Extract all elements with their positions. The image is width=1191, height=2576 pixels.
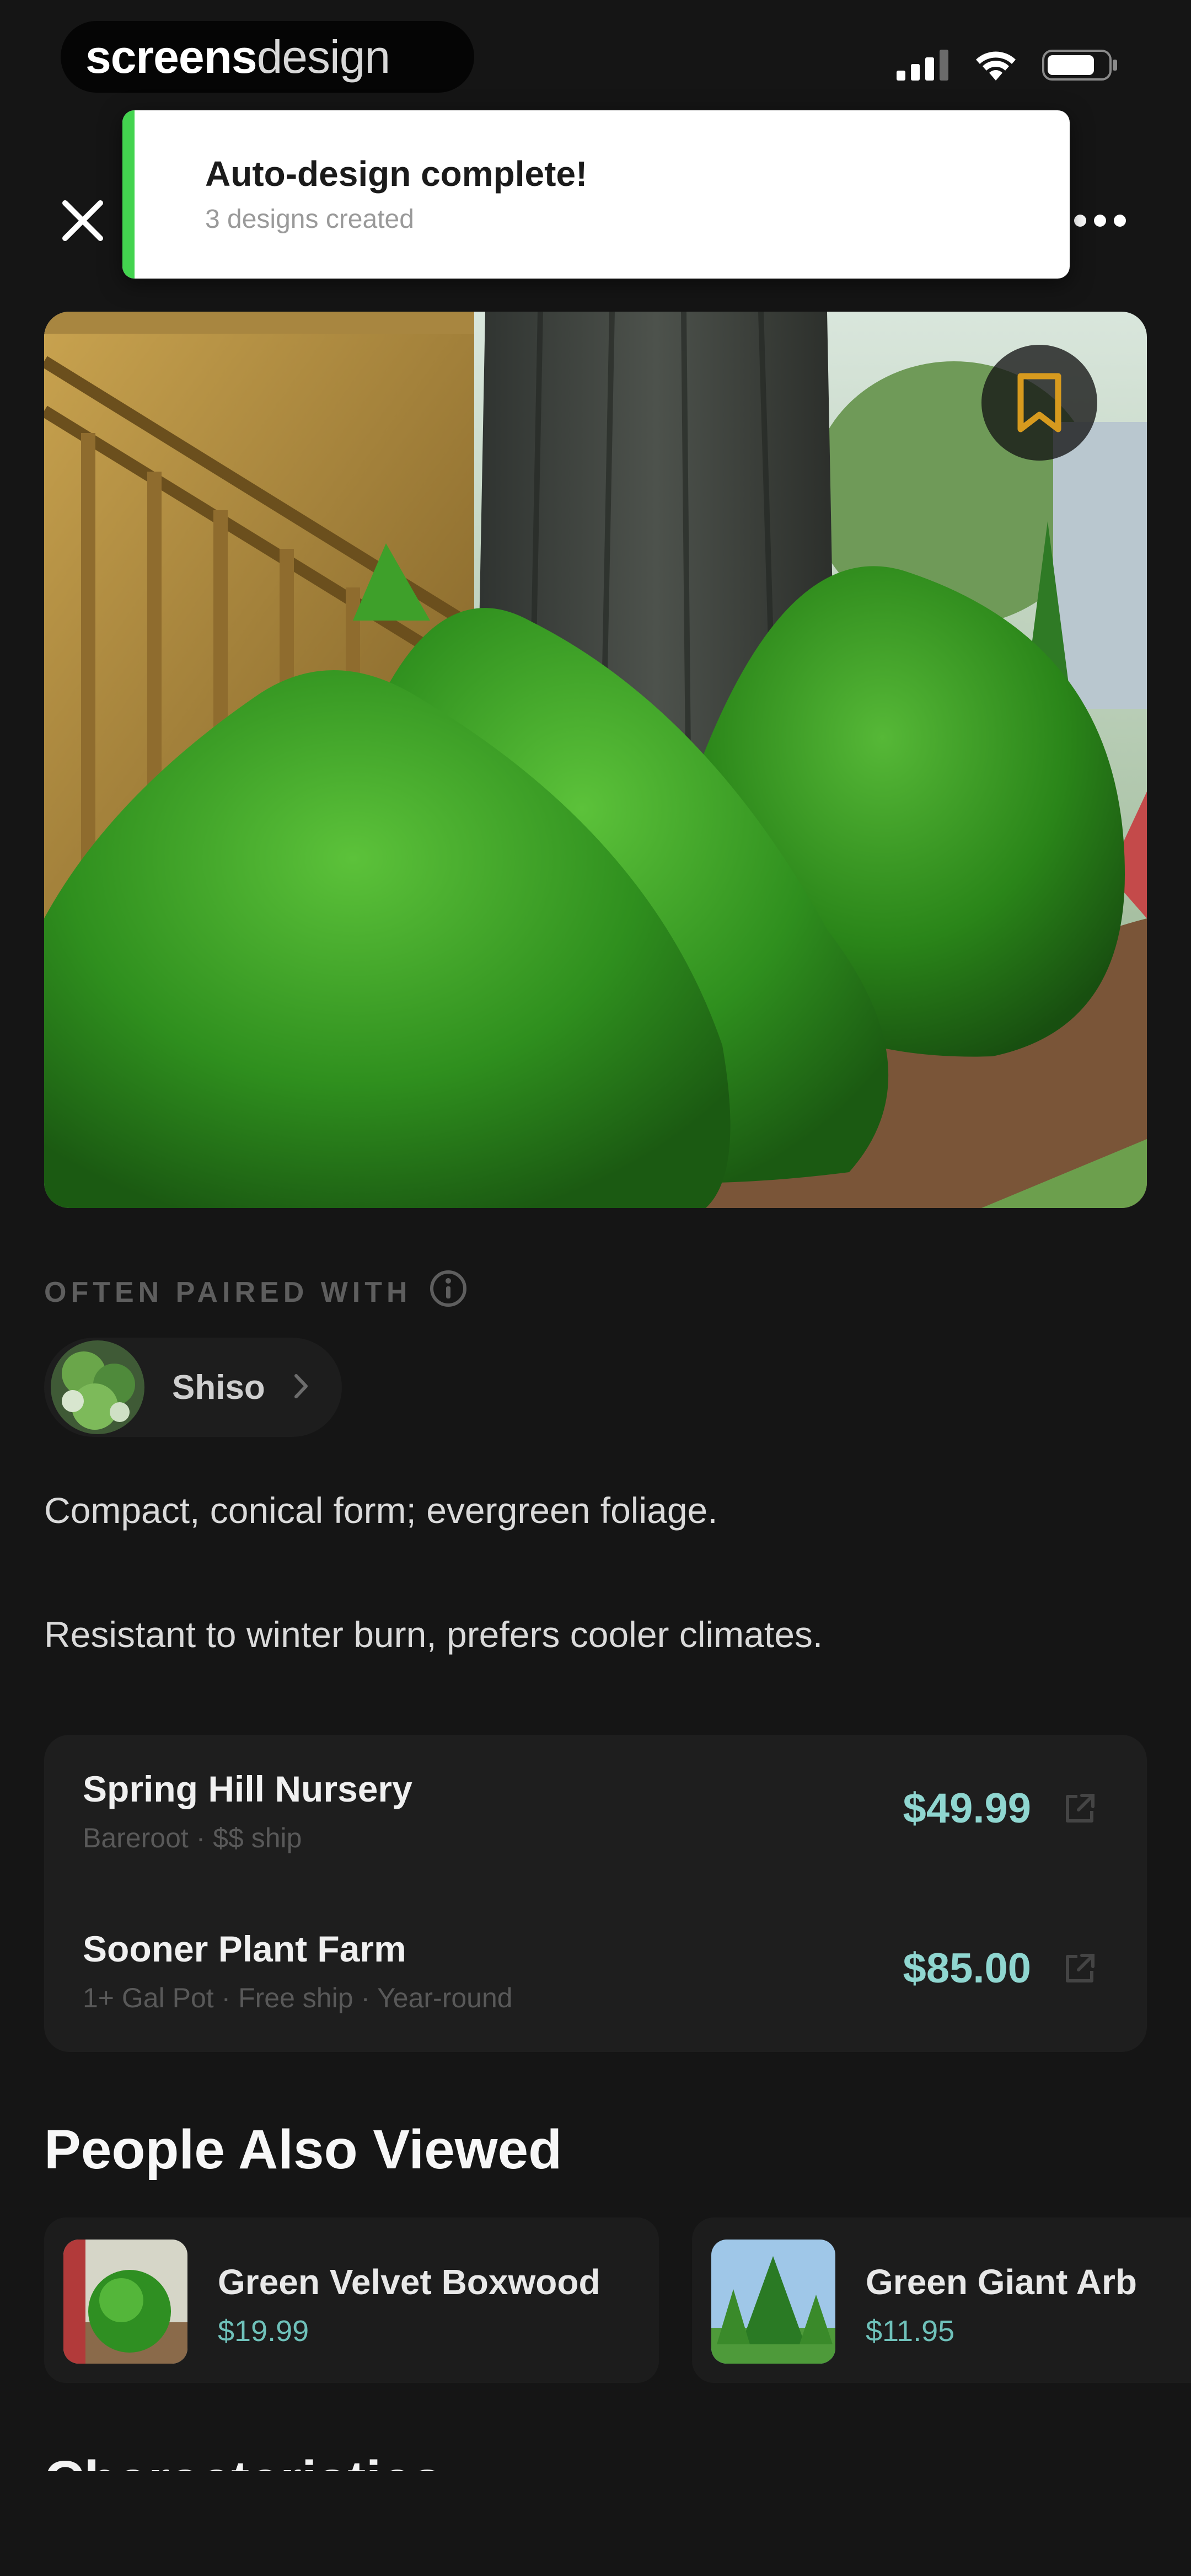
- wifi-icon: [974, 49, 1018, 84]
- plant-hero-image: [44, 312, 1147, 1208]
- info-icon[interactable]: [428, 1269, 468, 1316]
- bookmark-icon: [1017, 373, 1061, 432]
- seller-meta: Bareroot · $$ ship: [83, 1823, 302, 1853]
- related-plant-name: Green Giant Arb: [866, 2262, 1137, 2302]
- seller-price: $85.00: [903, 1945, 1031, 1992]
- chevron-right-icon: [293, 1372, 309, 1403]
- plant-detail-screen: screens design Auto-design complete! 3 d…: [0, 0, 1191, 2576]
- status-bar: screens design: [0, 0, 1191, 110]
- close-button[interactable]: [55, 193, 110, 248]
- close-icon: [62, 200, 103, 241]
- related-plant-price: $11.95: [866, 2315, 955, 2348]
- seller-list: Spring Hill Nursery Bareroot · $$ ship $…: [44, 1735, 1147, 2052]
- plant-description-form: Compact, conical form; evergreen foliage…: [44, 1490, 718, 1531]
- brand-wordmark-light: design: [256, 30, 391, 83]
- related-plant-name: Green Velvet Boxwood: [218, 2262, 600, 2302]
- toast-accent-bar: [122, 110, 135, 279]
- paired-plant-name: Shiso: [172, 1368, 265, 1407]
- more-options-button[interactable]: [1059, 199, 1141, 243]
- related-plant-card[interactable]: Green Velvet Boxwood $19.99: [44, 2217, 659, 2383]
- related-plant-price: $19.99: [218, 2315, 309, 2348]
- cellular-signal-icon: [897, 50, 949, 83]
- related-plant-thumbnail: [711, 2240, 835, 2364]
- seller-price: $49.99: [903, 1785, 1031, 1832]
- paired-plant-chip[interactable]: Shiso: [44, 1338, 342, 1437]
- brand-wordmark-bold: screens: [85, 30, 257, 83]
- related-plant-thumbnail: [63, 2240, 187, 2364]
- people-also-viewed-title: People Also Viewed: [44, 2119, 562, 2180]
- bookmark-button[interactable]: [981, 345, 1097, 461]
- seller-row[interactable]: Sooner Plant Farm 1+ Gal Pot · Free ship…: [83, 1928, 1108, 2038]
- battery-icon: [1042, 49, 1119, 84]
- auto-design-toast[interactable]: Auto-design complete! 3 designs created: [122, 110, 1070, 279]
- plant-description-climate: Resistant to winter burn, prefers cooler…: [44, 1614, 823, 1655]
- seller-meta: 1+ Gal Pot · Free ship · Year-round: [83, 1982, 513, 2013]
- related-plant-card[interactable]: Green Giant Arb $11.95: [692, 2217, 1191, 2383]
- paired-plant-thumbnail: [51, 1340, 144, 1434]
- status-icons: [897, 49, 1119, 84]
- seller-row[interactable]: Spring Hill Nursery Bareroot · $$ ship $…: [83, 1768, 1108, 1878]
- bottom-mask: [0, 2471, 1191, 2576]
- toast-title: Auto-design complete!: [205, 154, 588, 194]
- seller-name: Sooner Plant Farm: [83, 1928, 406, 1969]
- more-horizontal-icon: [1074, 215, 1086, 227]
- seller-name: Spring Hill Nursery: [83, 1768, 412, 1809]
- external-link-icon[interactable]: [1062, 1951, 1097, 1989]
- often-paired-heading: OFTEN PAIRED WITH: [44, 1269, 468, 1316]
- brand-pill: screens design: [61, 21, 474, 93]
- external-link-icon[interactable]: [1062, 1791, 1097, 1829]
- toast-subtitle: 3 designs created: [205, 205, 414, 234]
- often-paired-label: OFTEN PAIRED WITH: [44, 1276, 412, 1308]
